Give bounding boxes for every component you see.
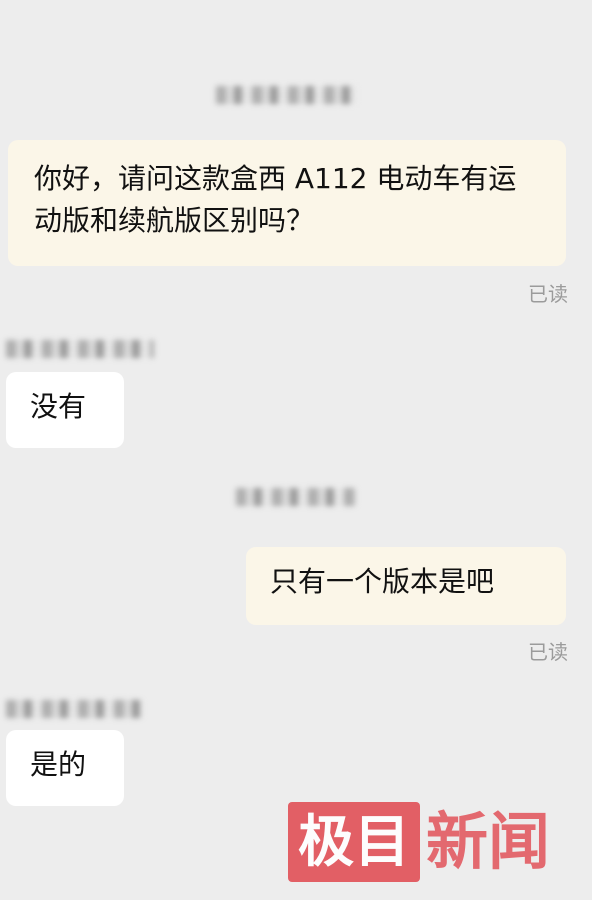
watermark-logo-text: 新闻 [426, 805, 551, 878]
message-bubble-sent[interactable]: 你好，请问这款盒西 A112 电动车有运动版和续航版区别吗？ [8, 140, 566, 266]
blurred-sender-name [6, 340, 154, 358]
message-bubble-sent[interactable]: 只有一个版本是吧 [246, 547, 566, 625]
blurred-timestamp [236, 488, 356, 506]
news-watermark: 极目 新闻 [288, 802, 588, 882]
message-text: 没有 [30, 390, 87, 423]
read-status: 已读 [528, 640, 568, 664]
message-text: 只有一个版本是吧 [270, 565, 495, 598]
blurred-sender-name [6, 700, 142, 718]
message-text: 是的 [30, 748, 87, 781]
read-status: 已读 [528, 282, 568, 306]
watermark-logo-box: 极目 [288, 802, 420, 882]
blurred-timestamp [216, 86, 356, 104]
message-bubble-received[interactable]: 是的 [6, 730, 124, 806]
message-text: 你好，请问这款盒西 A112 电动车有运动版和续航版区别吗？ [34, 162, 517, 237]
message-bubble-received[interactable]: 没有 [6, 372, 124, 448]
